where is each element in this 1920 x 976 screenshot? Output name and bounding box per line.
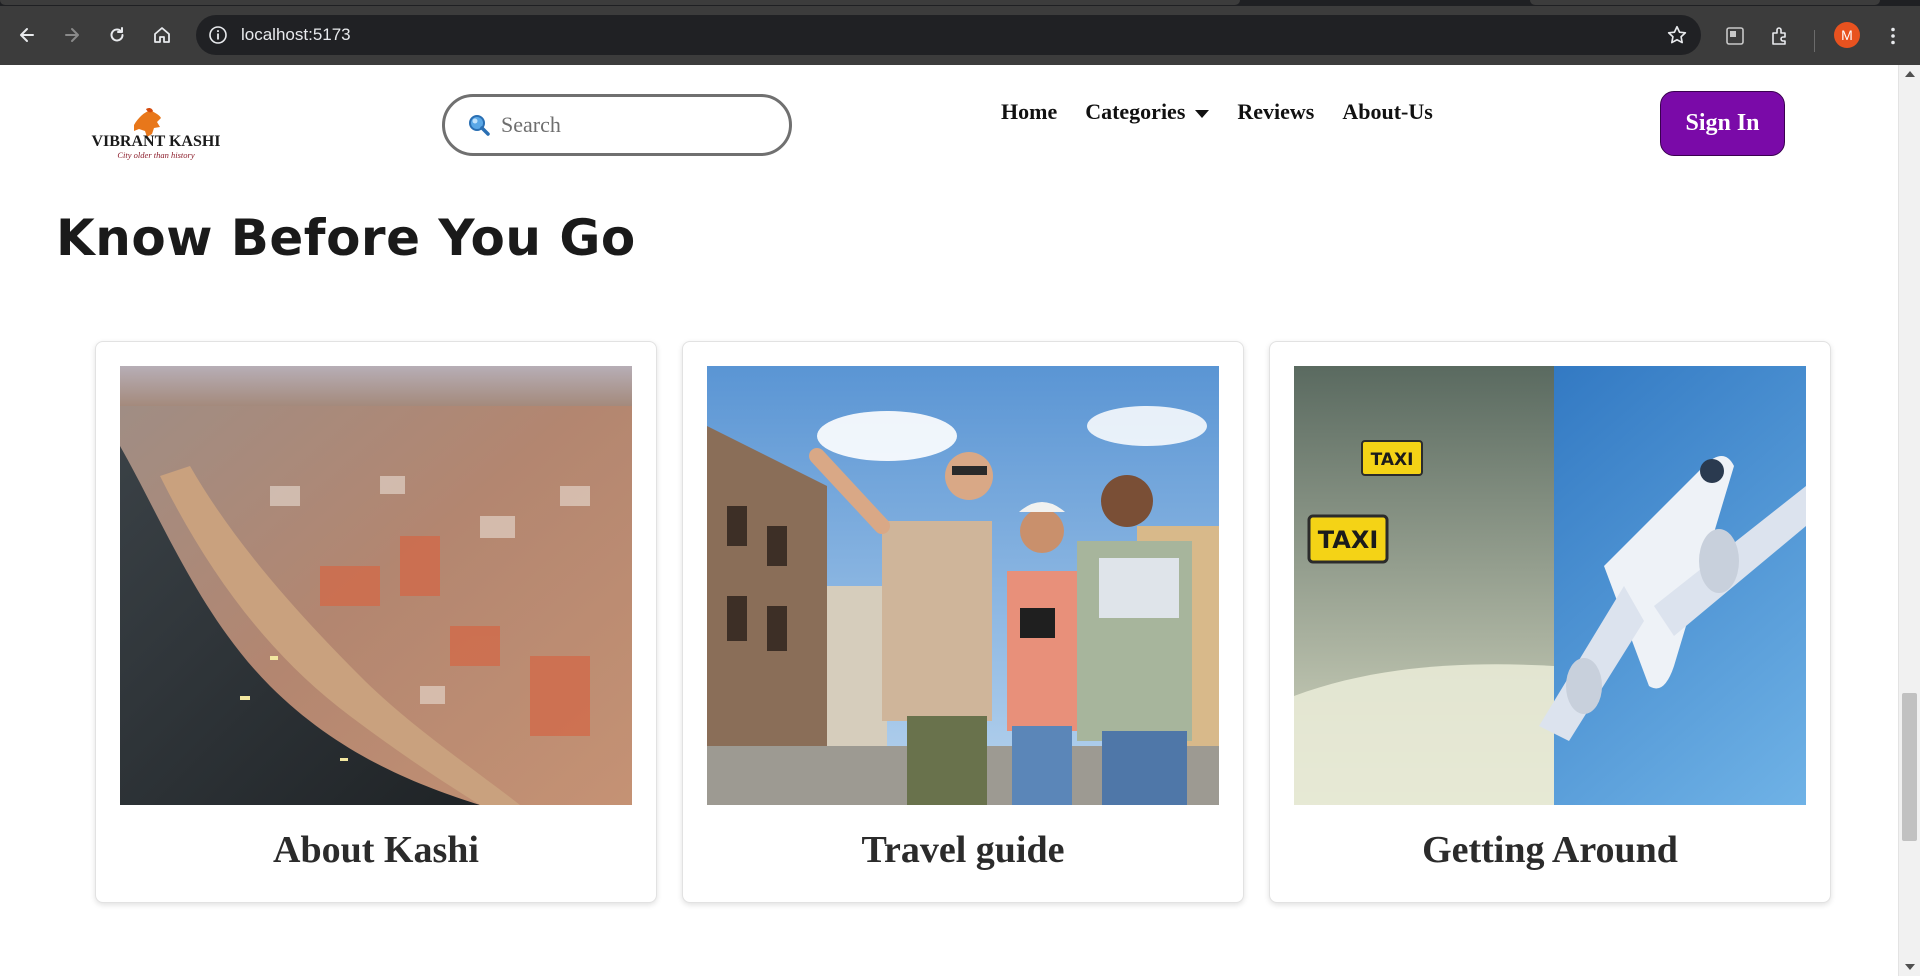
card-image-aerial-ghats [120,366,632,805]
browser-tab[interactable] [1530,0,1880,5]
card-title: Getting Around [1422,829,1678,871]
nav-reviews[interactable]: Reviews [1237,99,1314,125]
reload-button[interactable] [100,18,134,52]
extension-icon[interactable] [1722,23,1748,49]
arrow-right-icon [65,28,79,42]
bookmark-star-icon[interactable] [1665,23,1689,47]
card-travel-guide[interactable]: Travel guide [682,341,1244,903]
page-viewport: VIBRANT KASHI City older than history Ho… [0,65,1898,976]
site-logo[interactable]: VIBRANT KASHI City older than history [76,95,236,165]
url-text[interactable]: localhost:5173 [241,25,351,45]
nav-reviews-label: Reviews [1237,99,1315,124]
svg-text:VIBRANT KASHI: VIBRANT KASHI [91,133,220,150]
browser-toolbar: localhost:5173 M [0,6,1920,65]
forward-button[interactable] [55,18,89,52]
search-icon [469,115,490,136]
home-icon [154,27,170,43]
card-image-tourists [707,366,1219,805]
nav-categories[interactable]: Categories [1085,99,1210,125]
nav-categories-label: Categories [1085,99,1186,124]
arrow-left-icon [20,28,34,42]
card-image-taxi-airplane: TAXI TAXI [1294,366,1806,805]
caret-down-icon [1195,110,1210,118]
toolbar-divider [1814,30,1815,52]
nav-about-us-label: About-Us [1342,99,1433,124]
card-about-kashi[interactable]: About Kashi [95,341,657,903]
back-button[interactable] [10,18,44,52]
browser-tab[interactable] [0,0,1240,5]
extensions-puzzle-icon[interactable] [1767,23,1793,49]
main-nav: Home Categories Reviews About-Us [1001,99,1461,125]
page-scrollbar[interactable] [1898,65,1920,976]
address-bar[interactable]: localhost:5173 [196,15,1701,55]
scrollbar-thumb[interactable] [1902,693,1917,841]
site-info-icon[interactable] [206,23,230,47]
profile-avatar[interactable]: M [1834,22,1860,48]
scroll-down-arrow-icon[interactable] [1905,964,1915,970]
search-bar[interactable] [442,94,792,156]
svg-text:City older than history: City older than history [117,150,194,160]
card-title: About Kashi [273,829,479,871]
nav-home-label: Home [1001,99,1058,124]
reload-icon [110,27,124,42]
card-title: Travel guide [861,829,1065,871]
nav-about-us[interactable]: About-Us [1342,99,1432,125]
search-input[interactable] [501,109,771,141]
nav-home[interactable]: Home [1001,99,1057,125]
sign-in-label: Sign In [1685,110,1760,136]
section-title: Know Before You Go [56,209,636,267]
svg-text:TAXI: TAXI [1318,526,1379,554]
svg-text:TAXI: TAXI [1371,450,1414,470]
home-button[interactable] [145,18,179,52]
scroll-up-arrow-icon[interactable] [1905,71,1915,77]
card-getting-around[interactable]: TAXI TAXI Getting Around [1269,341,1831,903]
sign-in-button[interactable]: Sign In [1660,91,1785,156]
kebab-menu-icon[interactable] [1880,23,1906,49]
